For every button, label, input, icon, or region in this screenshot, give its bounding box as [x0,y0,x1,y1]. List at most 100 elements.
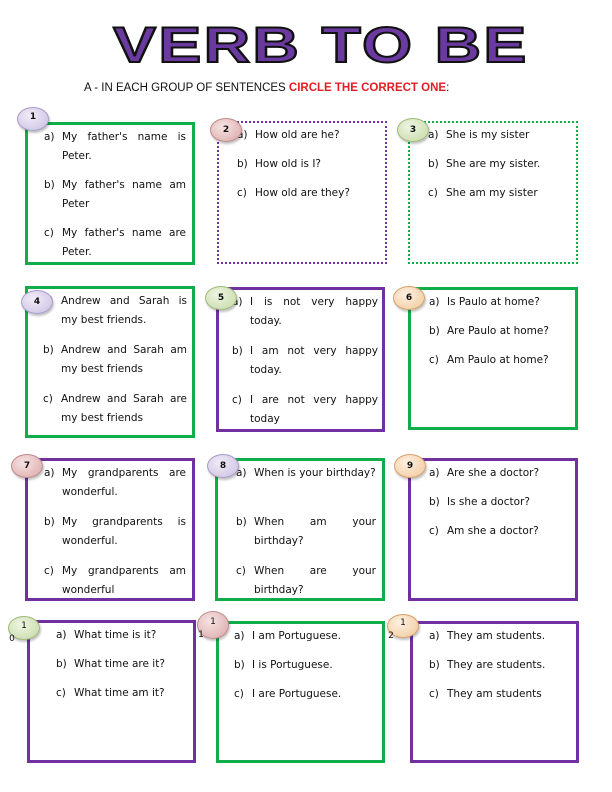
option-label: c) [234,688,244,700]
option-b[interactable]: b) They are students. [429,656,574,675]
option-text: My grandparents is wonderful. [62,516,186,547]
option-label: c) [44,227,54,239]
option-c[interactable]: c) I are not very happy today [232,391,378,429]
option-c[interactable]: c) She am my sister [428,184,573,203]
option-text: My grandparents are wonderful. [62,467,186,498]
badge-digit: 1 [21,621,27,631]
option-c[interactable]: c) What time am it? [56,684,191,703]
option-label: b) [234,659,245,671]
option-c[interactable]: c) Andrew and Sarah are my best friends [43,390,187,428]
option-b[interactable]: b) When am your birthday? [236,513,376,551]
option-label: c) [429,525,439,537]
number-badge-7: 7 [11,454,43,478]
option-label: b) [429,496,440,508]
option-label: b) [237,158,248,170]
option-text: When am your birthday? [254,516,376,547]
option-b[interactable]: b) I is Portuguese. [234,656,379,675]
option-text: I are not very happy today [250,394,378,425]
option-text: My grandparents am wonderful [62,565,186,596]
option-c[interactable]: c) When are your birthday? [236,562,376,600]
option-a[interactable]: a) When is your birthday? [236,464,376,483]
option-a[interactable]: a) What time is it? [56,626,191,645]
option-b[interactable]: b) I am not very happy today. [232,342,378,380]
option-a[interactable]: a)Andrew and Sarah is my best friends. [43,292,187,330]
question-group-3: a) She is my sister b) She are my sister. … [408,121,578,264]
number-badge-9: 9 [394,454,426,478]
badge-digit: 1 [400,618,406,628]
number-badge-1: 1 [17,107,49,131]
option-text: Is Paulo at home? [447,296,540,308]
option-text: How old are he? [255,129,340,141]
option-text: What time are it? [74,658,165,670]
option-b[interactable]: b) Andrew and Sarah am my best friends [43,341,187,379]
option-text: Andrew and Sarah are my best friends [61,393,187,424]
option-b[interactable]: b) What time are it? [56,655,191,674]
option-label: a) [429,467,440,479]
option-text: They are students. [447,659,546,671]
option-b[interactable]: b) She are my sister. [428,155,573,174]
option-label: c) [429,354,439,366]
badge-digit: 1 [198,630,204,640]
option-text: Am she a doctor? [447,525,539,537]
option-text: I are Portuguese. [252,688,342,700]
option-c[interactable]: c) They am students [429,685,574,704]
option-text: They am students [447,688,542,700]
badge-digit: 2 [388,631,394,641]
option-b[interactable]: b) Are Paulo at home? [429,322,574,341]
option-c[interactable]: c) I are Portuguese. [234,685,379,704]
option-label: c) [56,687,66,699]
option-text: She is my sister [446,129,530,141]
option-a[interactable]: a) They am students. [429,627,574,646]
option-label: b) [236,516,247,528]
option-label: c) [429,688,439,700]
option-text: I is not very happy today. [250,296,378,327]
question-group-11: a) I am Portuguese. b) I is Portuguese. c)… [216,621,385,763]
option-label: a) [429,630,440,642]
question-group-7: a) My grandparents are wonderful. b) My gr… [25,458,195,601]
option-b[interactable]: b) My father's name am Peter [44,176,186,214]
question-group-2: a) How old are he? b) How old is I? c) How … [217,121,387,264]
badge-digit: 0 [9,634,15,644]
question-group-4: a)Andrew and Sarah is my best friends. b… [25,286,195,438]
number-badge-10: 10 [8,616,40,644]
option-c[interactable]: c) Am Paulo at home? [429,351,574,370]
option-text: Andrew and Sarah am my best friends [61,344,187,375]
option-text: I is Portuguese. [252,659,333,671]
worksheet-title: VERB TO BE [112,17,529,73]
option-a[interactable]: a) My grandparents are wonderful. [44,464,186,502]
option-text: What time am it? [74,687,165,699]
instruction-text: A - IN EACH GROUP OF SENTENCES CIRCLE TH… [84,82,564,94]
option-b[interactable]: b) How old is I? [237,155,382,174]
option-b[interactable]: b) My grandparents is wonderful. [44,513,186,551]
option-a[interactable]: a) My father's name is Peter. [44,128,186,166]
question-group-9: a) Are she a doctor? b) Is she a doctor? c… [408,458,578,601]
option-text: She are my sister. [446,158,541,170]
option-a[interactable]: a) I is not very happy today. [232,293,378,331]
option-label: a) [428,129,439,141]
option-a[interactable]: a) How old are he? [237,126,382,145]
instruction-highlight: CIRCLE THE CORRECT ONE [288,82,447,94]
option-text: I am not very happy today. [250,345,378,376]
option-a[interactable]: a) Is Paulo at home? [429,293,574,312]
option-label: c) [44,565,54,577]
option-label: b) [43,344,54,356]
option-text: How old are they? [255,187,350,199]
option-text: Andrew and Sarah is my best friends. [61,295,187,326]
option-b[interactable]: b) Is she a doctor? [429,493,574,512]
question-group-10: a) What time is it? b) What time are it? c… [27,620,196,763]
option-text: Are she a doctor? [447,467,540,479]
option-text: What time is it? [74,629,157,641]
option-c[interactable]: c) My father's name are Peter. [44,224,186,262]
option-c[interactable]: c) Am she a doctor? [429,522,574,541]
option-label: b) [56,658,67,670]
option-a[interactable]: a) I am Portuguese. [234,627,379,646]
option-label: a) [44,467,55,479]
question-group-6: a) Is Paulo at home? b) Are Paulo at home?… [408,287,578,430]
option-a[interactable]: a) Are she a doctor? [429,464,574,483]
option-c[interactable]: c) My grandparents am wonderful [44,562,186,600]
option-a[interactable]: a) She is my sister [428,126,573,145]
number-badge-8: 8 [207,454,239,478]
option-text: I am Portuguese. [252,630,341,642]
instruction-prefix: A - IN EACH GROUP OF SENTENCES [84,82,289,94]
option-c[interactable]: c) How old are they? [237,184,382,203]
